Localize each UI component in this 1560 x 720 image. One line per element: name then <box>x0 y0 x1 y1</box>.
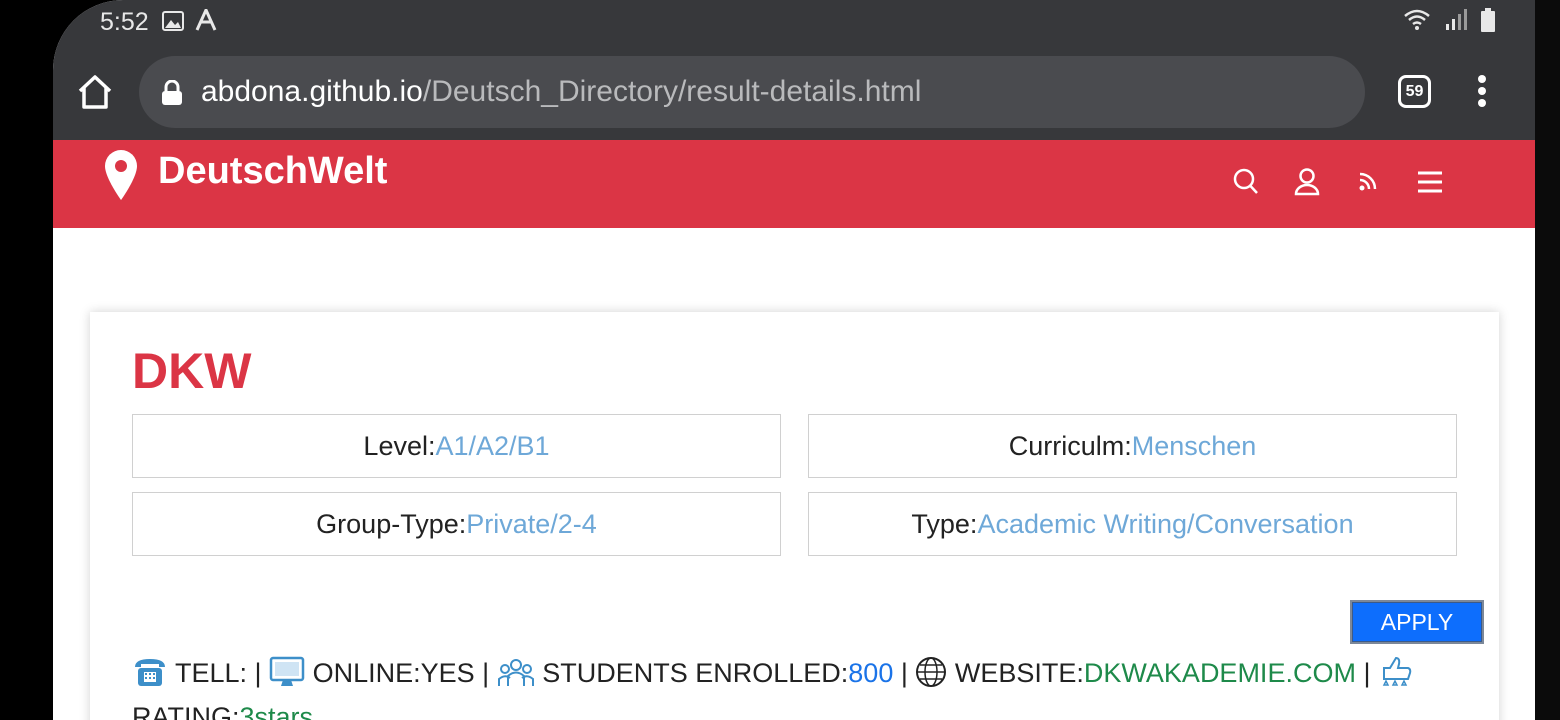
signal-icon <box>1445 9 1467 36</box>
hamburger-menu-icon[interactable] <box>1416 168 1444 201</box>
tell-label: TELL: | <box>175 658 262 688</box>
map-pin-icon <box>103 148 139 207</box>
field-value: Private/2-4 <box>466 508 597 539</box>
field-label: Curriculm: <box>1008 430 1132 461</box>
url-path: /Deutsch_Directory/result-details.html <box>422 75 922 108</box>
students-label: STUDENTS ENROLLED: <box>542 658 849 688</box>
school-detail-card: DKW Level: A1/A2/B1 Curriculm: Menschen Gr… <box>90 312 1499 720</box>
dot-icon <box>1478 99 1486 107</box>
curriculum-field: Curriculm: Menschen <box>808 414 1457 478</box>
dot-icon <box>1478 75 1486 83</box>
home-icon <box>78 75 112 109</box>
field-label: Type: <box>911 508 978 539</box>
dot-icon <box>1478 87 1486 95</box>
separator: | <box>1363 658 1371 688</box>
field-value: Academic Writing/Conversation <box>977 508 1354 539</box>
status-bar: 5:52 <box>53 0 1535 44</box>
students-icon <box>497 656 535 698</box>
telephone-icon <box>132 656 168 698</box>
url-text: abdona.github.io/Deutsch_Directory/resul… <box>201 75 921 109</box>
battery-icon <box>1481 8 1495 37</box>
browser-toolbar: abdona.github.io/Deutsch_Directory/resul… <box>53 44 1535 140</box>
field-label: Group-Type: <box>316 508 467 539</box>
device-edge <box>1535 0 1560 720</box>
tab-switcher-button[interactable]: 59 <box>1398 75 1431 108</box>
lock-icon <box>161 79 183 111</box>
school-stats: TELL: | ONLINE:YES | STUDENTS ENROLLED:8… <box>132 654 1472 720</box>
gallery-icon <box>162 11 184 36</box>
brand-name[interactable]: DeutschWelt <box>158 150 387 193</box>
field-value: A1/A2/B1 <box>435 430 550 461</box>
school-title: DKW <box>132 343 252 399</box>
site-navbar: DeutschWelt <box>53 140 1535 228</box>
url-host: abdona.github.io <box>201 75 423 108</box>
website-link[interactable]: DKWAKADEMIE.COM <box>1084 658 1356 688</box>
type-field: Type: Academic Writing/Conversation <box>808 492 1457 556</box>
monitor-icon <box>269 656 305 698</box>
address-bar[interactable]: abdona.github.io/Deutsch_Directory/resul… <box>139 56 1365 128</box>
rating-label: RATING: <box>132 702 240 720</box>
wifi-icon <box>1403 9 1431 36</box>
globe-icon <box>915 656 947 698</box>
rss-icon[interactable] <box>1357 168 1381 201</box>
level-field: Level: A1/A2/B1 <box>132 414 781 478</box>
thumbs-up-rating-icon <box>1378 656 1414 698</box>
search-icon[interactable] <box>1233 168 1259 201</box>
field-value: Menschen <box>1131 430 1257 461</box>
field-label: Level: <box>363 430 436 461</box>
status-time: 5:52 <box>100 8 149 36</box>
website-label: WEBSITE: <box>954 658 1084 688</box>
status-icons <box>1403 8 1495 37</box>
rating-value: 3stars <box>239 702 314 720</box>
online-label: ONLINE:YES | <box>312 658 490 688</box>
phone-screen: 5:52 abdona.github.io/Deutsch_Directory/… <box>53 0 1535 720</box>
students-value: 800 <box>848 658 894 688</box>
separator: | <box>900 658 908 688</box>
apply-button[interactable]: APPLY <box>1350 600 1484 644</box>
font-a-icon <box>195 6 217 38</box>
home-button[interactable] <box>77 74 113 110</box>
user-icon[interactable] <box>1294 168 1320 201</box>
overflow-menu-button[interactable] <box>1476 75 1488 111</box>
group-type-field: Group-Type: Private/2-4 <box>132 492 781 556</box>
